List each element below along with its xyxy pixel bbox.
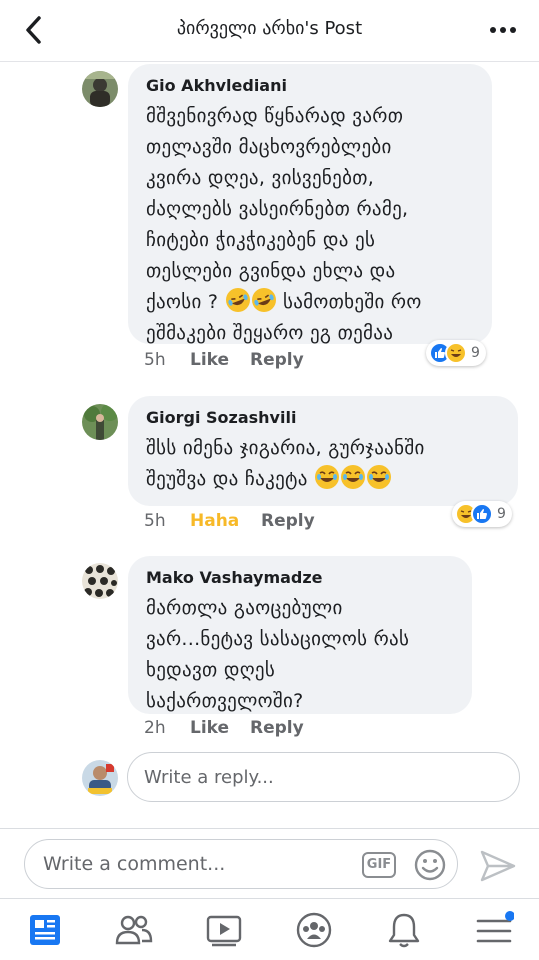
haha-reaction-icon xyxy=(445,342,467,364)
more-icon[interactable] xyxy=(489,20,517,40)
reaction-count: 9 xyxy=(497,506,506,522)
comment-text: მშვენივრად წყნარად ვართ თელავში მაცხოვრე… xyxy=(146,105,422,344)
comment-actions: 5h Like Reply xyxy=(144,350,444,374)
gif-icon[interactable]: GIF xyxy=(362,852,396,878)
reaction-summary[interactable]: 9 xyxy=(452,501,512,527)
comment-placeholder: Write a comment... xyxy=(43,853,226,875)
menu-icon[interactable] xyxy=(474,911,515,949)
rofl-emoji-icon xyxy=(225,288,250,312)
reply-button[interactable]: Reply xyxy=(250,718,304,738)
tears-of-joy-emoji-icon xyxy=(341,465,366,489)
news-feed-icon[interactable] xyxy=(26,911,66,949)
like-reaction-icon xyxy=(471,503,493,525)
page-title: პირველი არხი's Post xyxy=(176,18,363,39)
top-bar: პირველი არხი's Post xyxy=(0,0,539,62)
comment-time: 2h xyxy=(144,718,166,738)
haha-button[interactable]: Haha xyxy=(190,511,239,531)
avatar[interactable] xyxy=(82,563,118,599)
like-button[interactable]: Like xyxy=(190,350,229,370)
comment-bubble: Gio Akhvlediani მშვენივრად წყნარად ვართ … xyxy=(128,64,492,344)
reaction-count: 9 xyxy=(471,345,480,361)
comment-composer: Write a comment... GIF xyxy=(0,828,539,898)
tears-of-joy-emoji-icon xyxy=(315,465,340,489)
comment-actions: 5h Haha Reply xyxy=(144,511,444,535)
friends-icon[interactable] xyxy=(114,911,154,949)
comment-time: 5h xyxy=(144,350,166,370)
comment-actions: 2h Like Reply xyxy=(144,718,444,742)
like-button[interactable]: Like xyxy=(190,718,229,738)
reaction-summary[interactable]: 9 xyxy=(426,340,486,366)
comment-author[interactable]: Giorgi Sozashvili xyxy=(146,408,500,427)
watch-icon[interactable] xyxy=(204,911,244,949)
reply-button[interactable]: Reply xyxy=(261,511,315,531)
avatar[interactable] xyxy=(82,404,118,440)
bottom-tab-bar xyxy=(0,898,539,960)
comment-bubble: Giorgi Sozashvili შსს იმენა ჯიგარია, გურ… xyxy=(128,396,518,506)
comment-text: შსს იმენა ჯიგარია, გურჯაანში შეუშვა და ჩ… xyxy=(146,437,425,490)
comment-author[interactable]: Mako Vashaymadze xyxy=(146,568,454,587)
reply-placeholder: Write a reply... xyxy=(144,766,274,788)
reply-button[interactable]: Reply xyxy=(250,350,304,370)
smile-icon[interactable] xyxy=(413,848,447,882)
notifications-icon[interactable] xyxy=(384,911,424,949)
comment-bubble: Mako Vashaymadze მართლა გაოცებული ვარ...… xyxy=(128,556,472,714)
avatar[interactable] xyxy=(82,71,118,107)
comment-input[interactable]: Write a comment... GIF xyxy=(24,839,458,889)
send-icon[interactable] xyxy=(478,849,518,883)
comment-text: მართლა გაოცებული ვარ...ნეტავ სასაცილოს რ… xyxy=(146,597,410,712)
reply-input[interactable]: Write a reply... xyxy=(127,752,520,802)
rofl-emoji-icon xyxy=(251,288,276,312)
groups-icon[interactable] xyxy=(294,911,334,949)
tears-of-joy-emoji-icon xyxy=(367,465,392,489)
comment-time: 5h xyxy=(144,511,166,531)
avatar xyxy=(82,760,118,796)
comment-author[interactable]: Gio Akhvlediani xyxy=(146,76,474,95)
